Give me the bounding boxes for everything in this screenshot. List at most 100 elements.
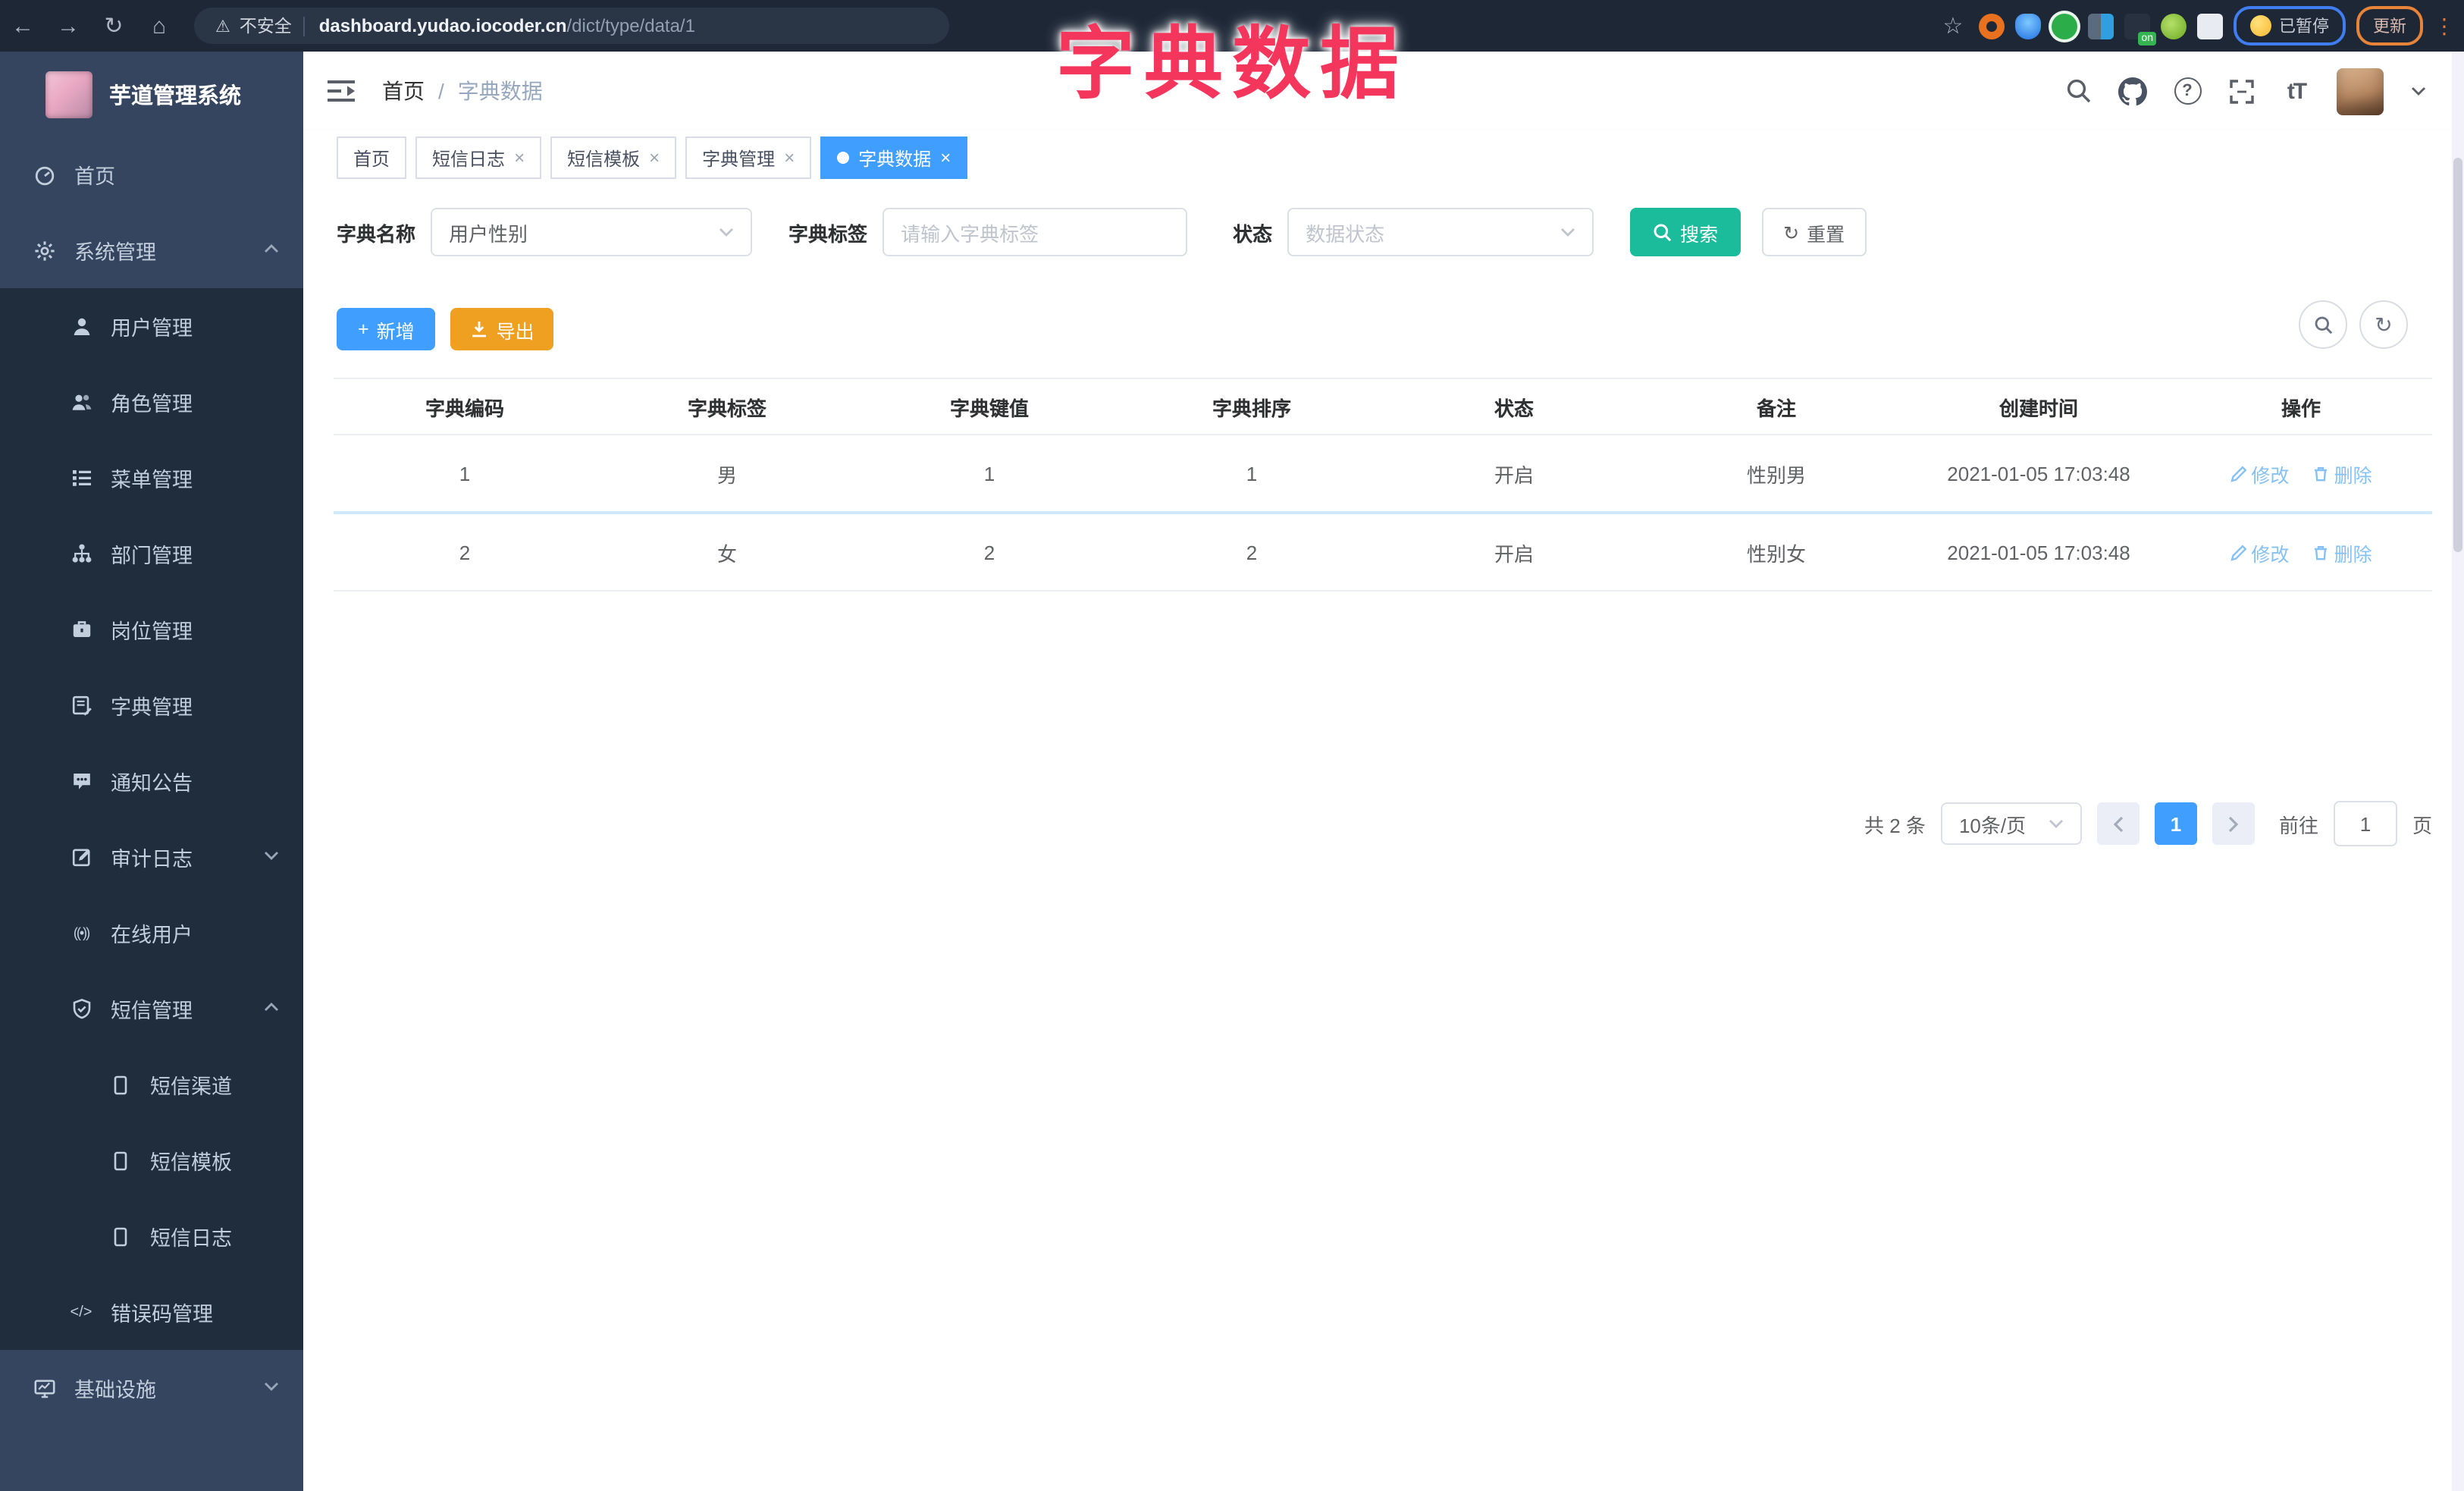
close-icon[interactable]: ×	[649, 149, 660, 167]
sidebar-item-departments[interactable]: 部门管理	[0, 516, 303, 592]
browser-home-icon[interactable]: ⌂	[136, 13, 182, 39]
close-icon[interactable]: ×	[940, 149, 951, 167]
browser-menu-kebab-icon[interactable]: ⋮	[2434, 13, 2455, 39]
extension-icon-gray-blue[interactable]	[2088, 13, 2114, 39]
phone-icon	[109, 1149, 132, 1172]
table-toolbar: + 新增 导出	[337, 308, 554, 350]
bookmark-star-icon[interactable]: ☆	[1938, 12, 1968, 39]
app-logo-row[interactable]: 芋道管理系统	[0, 52, 303, 137]
col-header: 操作	[2170, 378, 2432, 435]
address-bar[interactable]: ⚠ 不安全 dashboard.yudao.iocoder.cn /dict/t…	[194, 8, 949, 44]
browser-update-button[interactable]: 更新	[2356, 6, 2423, 46]
profile-paused-chip[interactable]: 已暂停	[2234, 6, 2346, 46]
search-button[interactable]: 搜索	[1630, 208, 1741, 256]
next-page-button[interactable]	[2212, 802, 2255, 845]
prev-page-button[interactable]	[2096, 802, 2140, 845]
code-icon: </>	[70, 1304, 92, 1320]
sidebar-item-label: 短信管理	[111, 1000, 193, 1022]
tab-home[interactable]: 首页	[337, 137, 407, 179]
delete-link[interactable]: 删除	[2313, 459, 2372, 488]
fullscreen-icon[interactable]	[2227, 77, 2256, 105]
font-size-icon[interactable]: tT	[2282, 77, 2311, 105]
sidebar-item-online-users[interactable]: ((•)) 在线用户	[0, 895, 303, 971]
chevron-down-icon	[1560, 228, 1575, 237]
sidebar-item-home[interactable]: 首页	[0, 137, 303, 212]
close-icon[interactable]: ×	[514, 149, 525, 167]
browser-forward-icon[interactable]: →	[45, 13, 91, 39]
table-row[interactable]: 2 女 2 2 开启 性别女 2021-01-05 17:03:48 修改 删除	[334, 513, 2432, 592]
dict-name-select[interactable]: 用户性别	[431, 208, 753, 256]
shield-check-icon	[70, 997, 92, 1020]
page-size-select[interactable]: 10条/页	[1940, 802, 2082, 845]
dict-tag-label: 字典标签	[788, 222, 868, 245]
close-icon[interactable]: ×	[784, 149, 795, 167]
tab-dict-data[interactable]: 字典数据 ×	[820, 137, 968, 179]
browser-reload-icon[interactable]: ↻	[91, 12, 136, 39]
sidebar-item-sms-channel[interactable]: 短信渠道	[0, 1047, 303, 1122]
sidebar-item-notices[interactable]: 通知公告	[0, 743, 303, 819]
sidebar-item-label: 用户管理	[111, 317, 193, 340]
help-icon[interactable]: ?	[2173, 77, 2202, 105]
edit-link[interactable]: 修改	[2230, 538, 2289, 567]
system-submenu: 用户管理 角色管理 菜单管理 部门管理 岗位管理 字典管理 通知公告 审计日志 …	[0, 288, 303, 1350]
extension-icon-orange[interactable]	[1979, 13, 2005, 39]
toggle-search-icon[interactable]	[2299, 300, 2347, 349]
sidebar-item-roles[interactable]: 角色管理	[0, 364, 303, 440]
announcement-icon	[70, 770, 92, 793]
edit-link[interactable]: 修改	[2230, 459, 2289, 488]
sidebar-item-sms-log[interactable]: 短信日志	[0, 1198, 303, 1274]
browser-back-icon[interactable]: ←	[0, 13, 45, 39]
current-page[interactable]: 1	[2154, 802, 2197, 845]
col-header: 字典排序	[1121, 378, 1383, 435]
sidebar-item-system[interactable]: 系统管理	[0, 212, 303, 288]
col-header: 状态	[1383, 378, 1645, 435]
status-select[interactable]: 数据状态	[1287, 208, 1594, 256]
tags-view-bar: 首页 短信日志 × 短信模板 × 字典管理 × 字典数据 ×	[303, 130, 2464, 185]
menu-list-icon	[70, 466, 92, 489]
avatar-caret-down-icon[interactable]	[2409, 77, 2428, 105]
breadcrumb-home[interactable]: 首页	[382, 76, 425, 106]
sidebar-item-audit-log[interactable]: 审计日志	[0, 819, 303, 895]
extension-icon-dark-on[interactable]: on	[2124, 13, 2156, 45]
window-scrollbar[interactable]	[2452, 52, 2464, 1491]
dict-tag-input[interactable]: 请输入字典标签	[882, 208, 1188, 256]
tab-sms-log[interactable]: 短信日志 ×	[415, 137, 542, 179]
dict-tag-placeholder: 请输入字典标签	[901, 222, 1039, 245]
app-header: 首页 / 字典数据 ? tT	[303, 52, 2464, 132]
sidebar-item-menus[interactable]: 菜单管理	[0, 440, 303, 516]
sidebar-item-sms-template[interactable]: 短信模板	[0, 1122, 303, 1198]
sidebar-item-infrastructure[interactable]: 基础设施	[0, 1350, 303, 1426]
sidebar-item-users[interactable]: 用户管理	[0, 288, 303, 364]
user-avatar[interactable]	[2337, 67, 2384, 115]
tab-dict-manage[interactable]: 字典管理 ×	[685, 137, 812, 179]
phone-icon	[109, 1225, 132, 1248]
sidebar-item-dictionary[interactable]: 字典管理	[0, 667, 303, 743]
sidebar-item-posts[interactable]: 岗位管理	[0, 592, 303, 667]
user-icon	[70, 315, 92, 337]
extension-on-badge: on	[2138, 31, 2156, 45]
breadcrumb-separator: /	[438, 79, 444, 103]
table-row[interactable]: 1 男 1 1 开启 性别男 2021-01-05 17:03:48 修改 删除	[334, 435, 2432, 514]
add-button[interactable]: + 新增	[337, 308, 436, 350]
refresh-table-icon[interactable]: ↻	[2359, 300, 2408, 349]
col-header: 字典键值	[858, 378, 1121, 435]
extension-icon-green-check[interactable]	[2052, 13, 2077, 39]
sidebar-collapse-icon[interactable]	[324, 74, 358, 108]
tab-sms-template[interactable]: 短信模板 ×	[550, 137, 677, 179]
refresh-icon: ↻	[1783, 222, 1800, 243]
header-search-icon[interactable]	[2064, 77, 2093, 105]
extensions-puzzle-icon[interactable]	[2197, 13, 2223, 39]
extension-icon-green[interactable]	[2161, 13, 2187, 39]
delete-link[interactable]: 删除	[2313, 538, 2372, 567]
sidebar-item-error-codes[interactable]: </> 错误码管理	[0, 1274, 303, 1350]
reset-button[interactable]: ↻ 重置	[1762, 208, 1867, 256]
goto-page-input[interactable]: 1	[2333, 801, 2397, 846]
goto-label: 前往	[2278, 814, 2318, 837]
scrollbar-thumb[interactable]	[2453, 158, 2462, 552]
export-button[interactable]: 导出	[450, 308, 554, 350]
extension-icon-blue-drop[interactable]	[2015, 13, 2041, 39]
col-header: 备注	[1645, 378, 1908, 435]
sidebar-item-sms[interactable]: 短信管理	[0, 971, 303, 1047]
github-icon[interactable]	[2118, 77, 2147, 105]
search-icon	[1654, 223, 1672, 241]
